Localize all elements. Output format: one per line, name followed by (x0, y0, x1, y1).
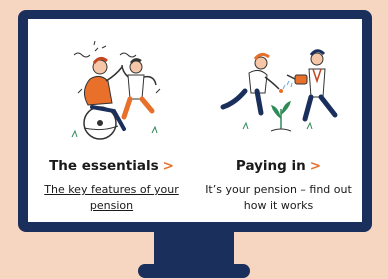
people-celebrating-illustration (71, 40, 161, 140)
card-title[interactable]: Paying in > (195, 158, 362, 174)
card-title-text[interactable]: Paying in (236, 158, 306, 174)
monitor-screen: The essentials > The key features of your… (28, 19, 362, 222)
card-title-text[interactable]: The essentials (49, 158, 159, 174)
card-description-link[interactable]: The key features of your pension (34, 182, 189, 214)
card-description: It’s your pension – find out how it work… (205, 183, 352, 212)
chevron-right-icon[interactable]: > (310, 158, 321, 174)
chevron-right-icon[interactable]: > (163, 158, 174, 174)
card-paying-in[interactable]: Paying in > It’s your pension – find out … (195, 19, 362, 222)
monitor-stand-neck (154, 232, 234, 268)
card-title[interactable]: The essentials > (28, 158, 195, 174)
card-the-essentials[interactable]: The essentials > The key features of your… (28, 19, 195, 222)
monitor-stand-base (138, 264, 250, 278)
monitor-frame: The essentials > The key features of your… (18, 10, 372, 232)
people-watering-plant-illustration (220, 49, 338, 132)
